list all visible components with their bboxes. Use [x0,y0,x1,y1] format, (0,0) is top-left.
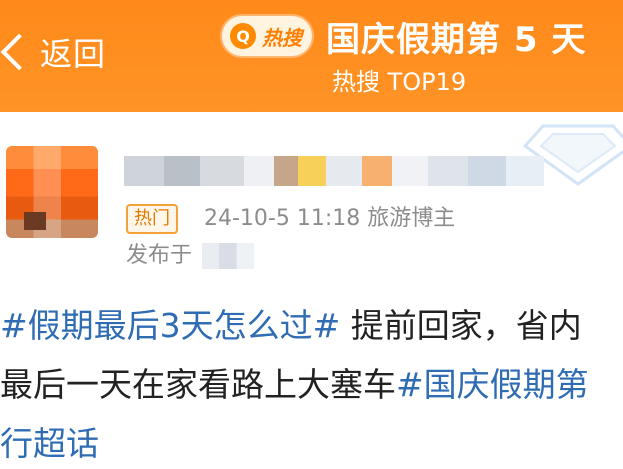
post-body: #假期最后3天怎么过# 提前回家，省内 最后一天在家看路上大塞车#国庆假期第 行… [0,296,623,469]
hot-search-badge: Q 热搜 [222,16,312,56]
location-redacted [202,243,255,269]
search-icon: Q [230,23,256,49]
post-text: 提前回家，省内 [340,306,582,345]
back-label: 返回 [40,35,107,73]
topic-link-continued[interactable]: 行超话 [0,424,99,463]
back-button[interactable]: 返回 [0,24,106,80]
avatar-mosaic [24,212,46,230]
topic-header: 返回 Q 热搜 国庆假期第 5 天 热搜 TOP19 [0,0,623,112]
post-line: 行超话 [0,414,623,469]
post-line: 最后一天在家看路上大塞车#国庆假期第 [0,355,623,414]
topic-title: 国庆假期第 5 天 [326,20,587,60]
post-meta: 24-10-5 11:18 旅游博主 [204,206,456,231]
chevron-left-icon [0,33,38,71]
topic-link[interactable]: #假期最后3天怎么过# [0,306,340,345]
post-line: #假期最后3天怎么过# 提前回家，省内 [0,296,623,355]
post-text: 最后一天在家看路上大塞车 [0,365,396,404]
screen: 返回 Q 热搜 国庆假期第 5 天 热搜 TOP19 热门 24-10-5 11… [0,0,623,469]
topic-link[interactable]: #国庆假期第 [396,365,589,404]
post-card: 热门 24-10-5 11:18 旅游博主 发布于 #假期最后3天怎么过# 提前… [0,112,623,469]
posted-prefix: 发布于 [126,243,193,268]
posted-location: 发布于 [126,240,255,272]
topic-rank: 热搜 TOP19 [332,68,467,96]
avatar[interactable] [6,146,98,238]
username-redacted[interactable] [124,156,544,186]
hot-tag-badge: 热门 [126,204,178,234]
hot-badge-label: 热搜 [262,25,302,50]
